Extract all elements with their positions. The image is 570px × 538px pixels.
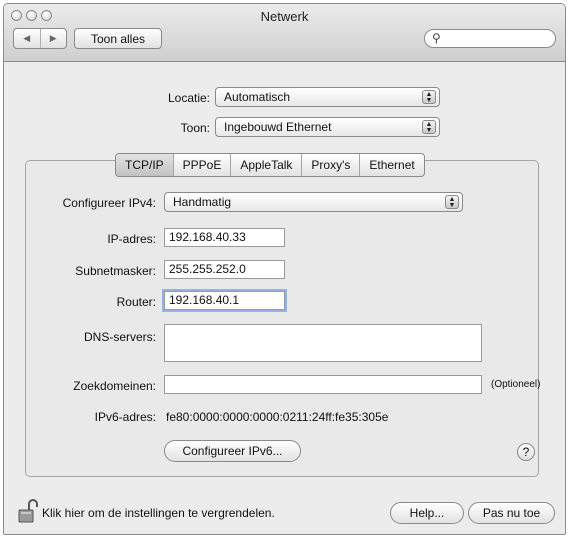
- location-label: Locatie:: [167, 91, 210, 105]
- location-value: Automatisch: [224, 90, 291, 104]
- subnet-mask-label: Subnetmasker:: [75, 264, 156, 278]
- tab-appletalk[interactable]: AppleTalk: [231, 154, 303, 176]
- tab-ethernet[interactable]: Ethernet: [360, 154, 423, 176]
- configure-ipv4-value: Handmatig: [173, 195, 232, 209]
- tab-bar: TCP/IP PPPoE AppleTalk Proxy's Ethernet: [115, 153, 425, 177]
- tab-tcpip[interactable]: TCP/IP: [116, 154, 174, 176]
- location-popup[interactable]: Automatisch ▲ ▼: [215, 87, 440, 107]
- show-all-button[interactable]: Toon alles: [74, 28, 162, 49]
- title-bar: Netwerk ◀ ▶ Toon alles ⚲: [4, 4, 565, 62]
- ip-address-field[interactable]: 192.168.40.33: [164, 228, 285, 247]
- show-label: Toon:: [180, 121, 210, 135]
- dns-servers-label: DNS-servers:: [83, 330, 156, 344]
- configure-ipv4-popup[interactable]: Handmatig ▲ ▼: [164, 192, 463, 212]
- router-field[interactable]: 192.168.40.1: [164, 291, 285, 310]
- subnet-mask-field[interactable]: 255.255.252.0: [164, 260, 285, 279]
- back-arrow-icon[interactable]: ◀: [14, 29, 41, 48]
- forward-arrow-icon[interactable]: ▶: [41, 29, 67, 48]
- tab-proxies[interactable]: Proxy's: [302, 154, 361, 176]
- search-icon: ⚲: [432, 31, 441, 45]
- apply-now-button[interactable]: Pas nu toe: [468, 502, 555, 524]
- window-title: Netwerk: [260, 9, 309, 24]
- popup-arrows-icon: ▲ ▼: [422, 90, 436, 104]
- help-icon[interactable]: ?: [517, 443, 535, 461]
- router-label: Router:: [116, 295, 156, 309]
- back-forward-control[interactable]: ◀ ▶: [13, 28, 67, 49]
- configure-ipv6-button[interactable]: Configureer IPv6...: [164, 440, 301, 462]
- lock-text[interactable]: Klik hier om de instellingen te vergrend…: [42, 506, 275, 520]
- search-domains-label: Zoekdomeinen:: [73, 379, 156, 393]
- dns-servers-field[interactable]: [164, 324, 482, 362]
- help-button[interactable]: Help...: [390, 502, 464, 524]
- ipv6-address-label: IPv6-adres:: [94, 410, 156, 424]
- ip-address-label: IP-adres:: [107, 232, 156, 246]
- optional-note: (Optioneel): [491, 379, 541, 390]
- search-field[interactable]: ⚲: [424, 29, 556, 48]
- tab-pppoe[interactable]: PPPoE: [174, 154, 232, 176]
- show-value: Ingebouwd Ethernet: [224, 120, 332, 134]
- ipv6-address-value: fe80:0000:0000:0000:0211:24ff:fe35:305e: [166, 410, 389, 424]
- configure-ipv4-label: Configureer IPv4:: [62, 196, 156, 210]
- show-popup[interactable]: Ingebouwd Ethernet ▲ ▼: [215, 117, 440, 137]
- popup-arrows-icon: ▲ ▼: [445, 195, 459, 209]
- popup-arrows-icon: ▲ ▼: [422, 120, 436, 134]
- lock-icon[interactable]: [18, 498, 38, 524]
- search-domains-field[interactable]: [164, 375, 482, 394]
